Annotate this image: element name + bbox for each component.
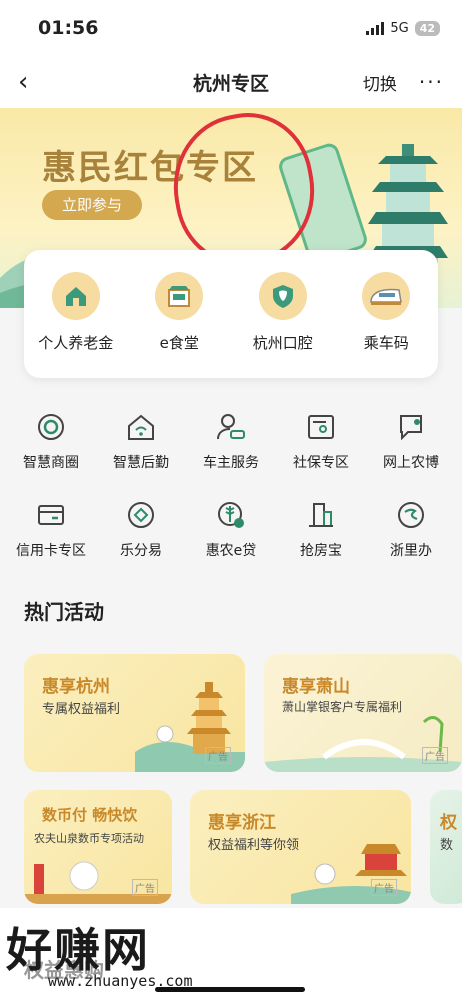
service-row: 信用卡专区 乐分易 惠农e贷 抢房宝 浙里办	[0, 498, 462, 586]
service-label: 抢房宝	[300, 543, 342, 559]
service-label: 惠农e贷	[205, 543, 257, 559]
credit-card-icon	[34, 498, 68, 532]
card-subtitle: 权益福利等你领	[208, 838, 300, 853]
service-housing[interactable]: 抢房宝	[277, 498, 365, 586]
service-smart-logistics[interactable]: 智慧后勤	[97, 410, 185, 498]
service-label: 社保专区	[293, 455, 349, 471]
quick-item-label: 个人养老金	[38, 334, 114, 352]
nav-bar: ‹ 杭州专区 切换 ···	[0, 56, 462, 108]
card-title: 权	[440, 813, 457, 833]
quick-services-card: 个人养老金 e食堂 杭州口腔 乘车码	[24, 250, 438, 378]
card-title: 惠享浙江	[208, 813, 276, 833]
leaf-chat-icon	[394, 410, 428, 444]
train-icon	[362, 272, 411, 320]
more-icon[interactable]: ···	[419, 70, 444, 94]
service-grid: 智慧商圈 智慧后勤 车主服务 社保专区 网上农博 信用卡专区 乐分易 惠农e贷 …	[0, 410, 462, 586]
status-time: 01:56	[38, 17, 99, 39]
zheli-icon	[394, 498, 428, 532]
diamond-circle-icon	[124, 498, 158, 532]
quick-item-dental[interactable]: 杭州口腔	[238, 272, 328, 378]
join-button[interactable]: 立即参与	[42, 190, 142, 220]
ad-badge: 广告	[371, 879, 397, 896]
canteen-icon	[155, 272, 204, 320]
service-label: 信用卡专区	[16, 543, 86, 559]
house-yuan-icon	[51, 272, 100, 320]
ad-badge: 广告	[132, 879, 158, 896]
home-wifi-icon	[124, 410, 158, 444]
service-social-security[interactable]: 社保专区	[277, 410, 365, 498]
service-installment[interactable]: 乐分易	[97, 498, 185, 586]
service-zheliban[interactable]: 浙里办	[367, 498, 455, 586]
service-car-owner[interactable]: 车主服务	[187, 410, 275, 498]
watermark-area: 权益惠购 好赚网 www.zhuanyes.com	[0, 908, 462, 1000]
service-credit-card[interactable]: 信用卡专区	[7, 498, 95, 586]
status-bar: 01:56 5G 42	[0, 0, 462, 56]
quick-item-label: 杭州口腔	[252, 334, 313, 352]
target-icon	[34, 410, 68, 444]
service-smart-mall[interactable]: 智慧商圈	[7, 410, 95, 498]
service-label: 智慧后勤	[113, 455, 169, 471]
quick-item-pension[interactable]: 个人养老金	[31, 272, 121, 378]
service-row: 智慧商圈 智慧后勤 车主服务 社保专区 网上农博	[0, 410, 462, 498]
service-label: 网上农博	[383, 455, 439, 471]
service-label: 浙里办	[390, 543, 432, 559]
activity-card-xiaoshan[interactable]: 惠享萧山 萧山掌银客户专属福利 广告	[264, 654, 462, 772]
tooth-icon	[258, 272, 307, 320]
quick-item-label: 乘车码	[363, 334, 409, 352]
ad-badge: 广告	[422, 747, 448, 764]
section-title: 热门活动	[24, 600, 104, 624]
building-icon	[304, 498, 338, 532]
activity-card-digital-currency[interactable]: 数币付 畅快饮 农夫山泉数币专项活动 广告	[24, 790, 172, 904]
card-subtitle: 数	[440, 838, 454, 853]
card-title: 惠享杭州	[42, 677, 110, 697]
status-icons: 5G 42	[366, 20, 440, 36]
back-icon[interactable]: ‹	[18, 67, 48, 97]
quick-item-label: e食堂	[159, 334, 199, 352]
service-agri-loan[interactable]: 惠农e贷	[187, 498, 275, 586]
switch-button[interactable]: 切换	[363, 70, 397, 95]
battery-icon: 42	[414, 20, 440, 36]
activity-card-zhejiang[interactable]: 惠享浙江 权益福利等你领 广告	[190, 790, 411, 904]
signal-icon	[366, 21, 385, 35]
watermark-logo: 好赚网	[6, 923, 150, 977]
quick-item-canteen[interactable]: e食堂	[134, 272, 224, 378]
service-label: 车主服务	[203, 455, 259, 471]
card-title: 数币付 畅快饮	[42, 806, 138, 824]
service-agri-expo[interactable]: 网上农博	[367, 410, 455, 498]
activity-card-hangzhou[interactable]: 惠享杭州 专属权益福利 广告	[24, 654, 245, 772]
home-indicator[interactable]	[155, 987, 305, 992]
service-label: 智慧商圈	[23, 455, 79, 471]
wheat-icon	[214, 498, 248, 532]
network-label: 5G	[390, 20, 409, 36]
card-subtitle: 专属权益福利	[42, 702, 121, 717]
id-card-icon	[304, 410, 338, 444]
card-title: 惠享萧山	[282, 677, 350, 697]
ad-badge: 广告	[205, 747, 231, 764]
activity-card-partial[interactable]: 权 数	[430, 790, 462, 904]
quick-item-transit[interactable]: 乘车码	[341, 272, 431, 378]
person-car-icon	[214, 410, 248, 444]
service-label: 乐分易	[120, 543, 162, 559]
